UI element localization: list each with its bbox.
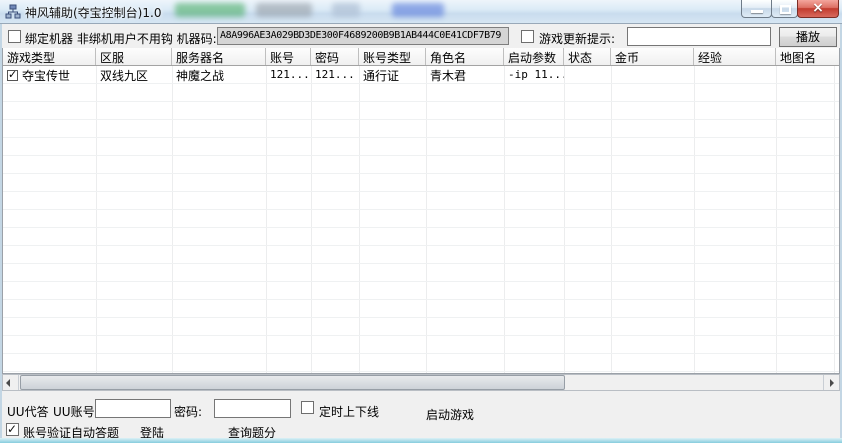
cell-password: 121... [315, 68, 355, 81]
cell-launch-params: -ip 11... [508, 68, 564, 81]
uu-account-label: UU账号: [53, 405, 99, 419]
titlebar[interactable]: 神风辅助(夺宝控制台)1.0 × [0, 0, 842, 24]
col-map[interactable]: 地图名 [776, 48, 839, 65]
cell-game-type: 夺宝传世 [3, 66, 96, 84]
maximize-button[interactable] [771, 0, 798, 18]
bind-machine-checkbox[interactable] [8, 30, 21, 43]
cell-status [564, 66, 611, 84]
col-game-type[interactable]: 游戏类型 [3, 48, 96, 65]
update-prompt-checkbox[interactable] [521, 30, 534, 43]
col-password[interactable]: 密码 [311, 48, 359, 65]
background-window-artifact [392, 3, 444, 17]
background-window-artifact [256, 3, 312, 17]
start-game-button[interactable]: 启动游戏 [426, 406, 474, 423]
app-icon [5, 4, 21, 19]
uu-password-input[interactable] [214, 399, 291, 418]
uu-account-input[interactable] [95, 399, 171, 418]
table-header: 游戏类型 区服 服务器名 账号 密码 账号类型 角色名 启动参数 状态 金币 经… [3, 48, 839, 66]
col-launch-params[interactable]: 启动参数 [504, 48, 564, 65]
background-window-artifact [332, 3, 360, 17]
window-border-left [0, 24, 2, 443]
close-icon: × [812, 0, 824, 16]
scroll-right-button[interactable] [823, 375, 839, 390]
col-account-type[interactable]: 账号类型 [359, 48, 426, 65]
schedule-checkbox[interactable] [301, 401, 314, 414]
window-title: 神风辅助(夺宝控制台)1.0 [25, 6, 162, 20]
window-border-bottom [0, 438, 842, 443]
cell-role: 青木君 [430, 69, 467, 83]
maximize-icon [780, 5, 791, 14]
cell-account: 121... [270, 68, 310, 81]
horizontal-scrollbar[interactable] [2, 374, 840, 391]
col-zone[interactable]: 区服 [96, 48, 172, 65]
col-status[interactable]: 状态 [564, 48, 611, 65]
col-exp[interactable]: 经验 [694, 48, 776, 65]
accounts-table: 游戏类型 区服 服务器名 账号 密码 账号类型 角色名 启动参数 状态 金币 经… [2, 48, 840, 374]
cell-server: 神魔之战 [176, 69, 225, 83]
cell-exp [694, 66, 776, 84]
col-account[interactable]: 账号 [266, 48, 311, 65]
cell-gold [611, 66, 694, 84]
schedule-label: 定时上下线 [319, 405, 380, 419]
col-server[interactable]: 服务器名 [172, 48, 266, 65]
cell-account-type: 通行证 [363, 69, 400, 83]
col-role[interactable]: 角色名 [426, 48, 504, 65]
scroll-right-icon [830, 379, 834, 387]
cell-zone: 双线九区 [100, 69, 149, 83]
uu-password-label: 密码: [174, 405, 203, 419]
table-body: 夺宝传世 双线九区 神魔之战 121... 121... 通行证 青木君 -ip… [3, 66, 839, 373]
cell-map [776, 66, 780, 84]
update-prompt-label: 游戏更新提示: [539, 32, 616, 46]
play-button[interactable]: 播放 [779, 27, 837, 47]
row-checkbox[interactable] [7, 68, 18, 81]
background-window-artifact [175, 3, 245, 17]
update-prompt-input[interactable] [627, 27, 771, 46]
close-button[interactable]: × [797, 0, 839, 18]
bind-machine-label: 绑定机器 非绑机用户不用钩 机器码: [25, 32, 217, 46]
top-controls: 绑定机器 非绑机用户不用钩 机器码: A8A996AE3A029BD3DE300… [0, 24, 842, 48]
minimize-button[interactable] [741, 0, 772, 18]
scroll-left-button[interactable] [3, 375, 19, 390]
minimize-icon [751, 10, 763, 13]
app-window: 神风辅助(夺宝控制台)1.0 × 绑定机器 非绑机用户不用钩 机器码: A8A9… [0, 0, 842, 443]
bottom-panel: UU代答 UU账号: 密码: 定时上下线 启动游戏 账号验证自动答题 登陆 查询… [0, 392, 842, 440]
scroll-left-icon [6, 379, 10, 387]
col-gold[interactable]: 金币 [611, 48, 694, 65]
machine-code-field[interactable]: A8A996AE3A029BD3DE300F4689200B9B1AB444C0… [217, 27, 509, 45]
auto-answer-checkbox[interactable] [6, 422, 19, 436]
uu-answer-label: UU代答 [7, 405, 49, 419]
scrollbar-thumb[interactable] [20, 375, 565, 390]
table-row[interactable]: 夺宝传世 双线九区 神魔之战 121... 121... 通行证 青木君 -ip… [3, 66, 839, 84]
